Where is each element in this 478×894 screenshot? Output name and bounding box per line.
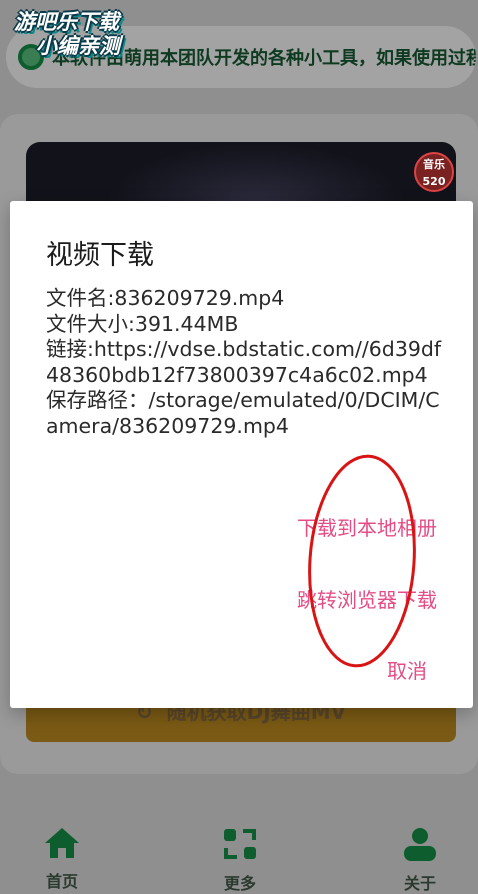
badge-line2: 520 (422, 175, 446, 188)
file-size-text: 文件大小:391.44MB (46, 311, 239, 336)
watermark-line1: 游吧乐下载 (14, 10, 119, 34)
browser-download-button[interactable]: 跳转浏览器下载 (297, 584, 437, 613)
bottom-nav: 首页 更多 关于 (0, 800, 478, 893)
nav-item-home[interactable]: 首页 (22, 826, 102, 892)
link-text: 链接:https://vdse.bdstatic.com//6d39df4836… (46, 337, 442, 387)
user-icon (404, 828, 436, 861)
file-name-text: 文件名:836209729.mp4 (46, 286, 285, 310)
nav-label-about: 关于 (403, 874, 436, 893)
home-icon (45, 828, 79, 858)
badge-line1: 音乐 (423, 158, 445, 171)
cancel-button[interactable]: 取消 (387, 655, 427, 684)
dialog-body: 文件名:836209729.mp4 文件大小:391.44MB 链接:https… (46, 286, 446, 439)
watermark-line2: 小编亲测 (36, 34, 120, 58)
watermark-logo: 游吧乐下载 小编亲测 (14, 10, 120, 58)
save-to-album-button[interactable]: 下载到本地相册 (297, 512, 437, 541)
nav-label-more: 更多 (223, 874, 256, 893)
save-path-text: 保存路径：/storage/emulated/0/DCIM/Camera/836… (46, 388, 440, 438)
switch-icon (224, 829, 256, 859)
video-download-dialog: 视频下载 文件名:836209729.mp4 文件大小:391.44MB 链接:… (10, 201, 473, 708)
nav-label-home: 首页 (45, 872, 78, 891)
music-badge-icon: 音乐 520 (414, 152, 454, 192)
dialog-title: 视频下载 (46, 240, 154, 271)
